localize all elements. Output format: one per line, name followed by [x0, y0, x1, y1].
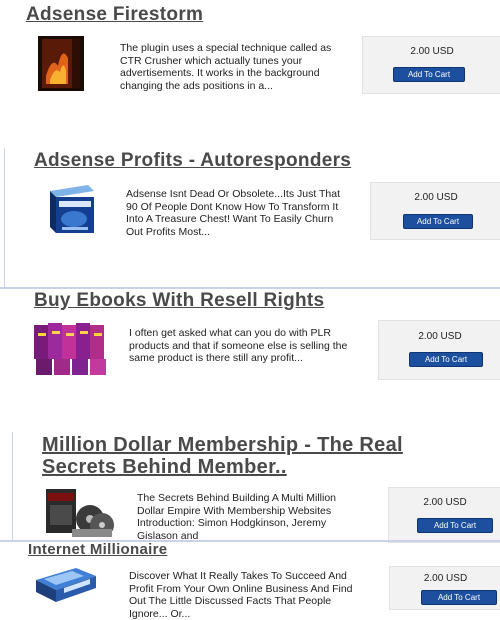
product-description: Discover What It Really Takes To Succeed…	[129, 570, 353, 620]
product-thumbnail[interactable]	[32, 321, 108, 377]
product-title[interactable]: Buy Ebooks With Resell Rights	[34, 290, 324, 312]
membership-package-icon	[42, 485, 116, 541]
ebook-bundle-icon	[32, 321, 108, 377]
product-description: The Secrets Behind Building A Multi Mill…	[137, 492, 337, 540]
divider	[0, 287, 500, 289]
product-description: The plugin uses a special technique call…	[120, 42, 332, 92]
add-to-cart-button[interactable]: Add To Cart	[403, 214, 473, 229]
price-label: 2.00 USD	[423, 497, 467, 508]
product-title-line-2[interactable]: Secrets Behind Member..	[42, 456, 287, 479]
product-description: I often get asked what can you do with P…	[129, 327, 348, 364]
product-thumbnail[interactable]	[42, 485, 116, 541]
product-title[interactable]: Adsense Firestorm	[26, 4, 203, 26]
price-label: 2.00 USD	[410, 46, 454, 57]
add-to-cart-button[interactable]: Add To Cart	[421, 590, 497, 605]
add-to-cart-button[interactable]: Add To Cart	[393, 67, 465, 82]
price-panel: 2.00 USD Add To Cart	[389, 566, 500, 610]
product-thumbnail[interactable]	[38, 36, 84, 91]
ebook-cover-icon	[38, 36, 84, 91]
product-title[interactable]: Adsense Profits - Autoresponders	[34, 150, 351, 172]
price-panel: 2.00 USD Add To Cart	[362, 36, 500, 94]
product-thumbnail[interactable]	[34, 566, 98, 604]
price-panel: 2.00 USD Add To Cart	[388, 487, 500, 543]
product-title[interactable]: Internet Millionaire	[28, 541, 167, 558]
product-description: Adsense Isnt Dead Or Obsolete...Its Just…	[126, 188, 340, 238]
price-panel: 2.00 USD Add To Cart	[370, 182, 500, 240]
price-panel: 2.00 USD Add To Cart	[378, 320, 500, 380]
price-label: 2.00 USD	[423, 573, 468, 584]
product-title[interactable]: Million Dollar Membership - The Real	[42, 434, 403, 457]
divider	[12, 432, 13, 542]
product-thumbnail[interactable]	[44, 183, 100, 235]
divider	[4, 148, 5, 288]
add-to-cart-button[interactable]: Add To Cart	[417, 518, 493, 533]
price-label: 2.00 USD	[418, 331, 462, 342]
software-box-icon	[36, 568, 96, 602]
add-to-cart-button[interactable]: Add To Cart	[409, 352, 483, 367]
price-label: 2.00 USD	[414, 192, 458, 203]
software-box-icon	[50, 185, 94, 233]
